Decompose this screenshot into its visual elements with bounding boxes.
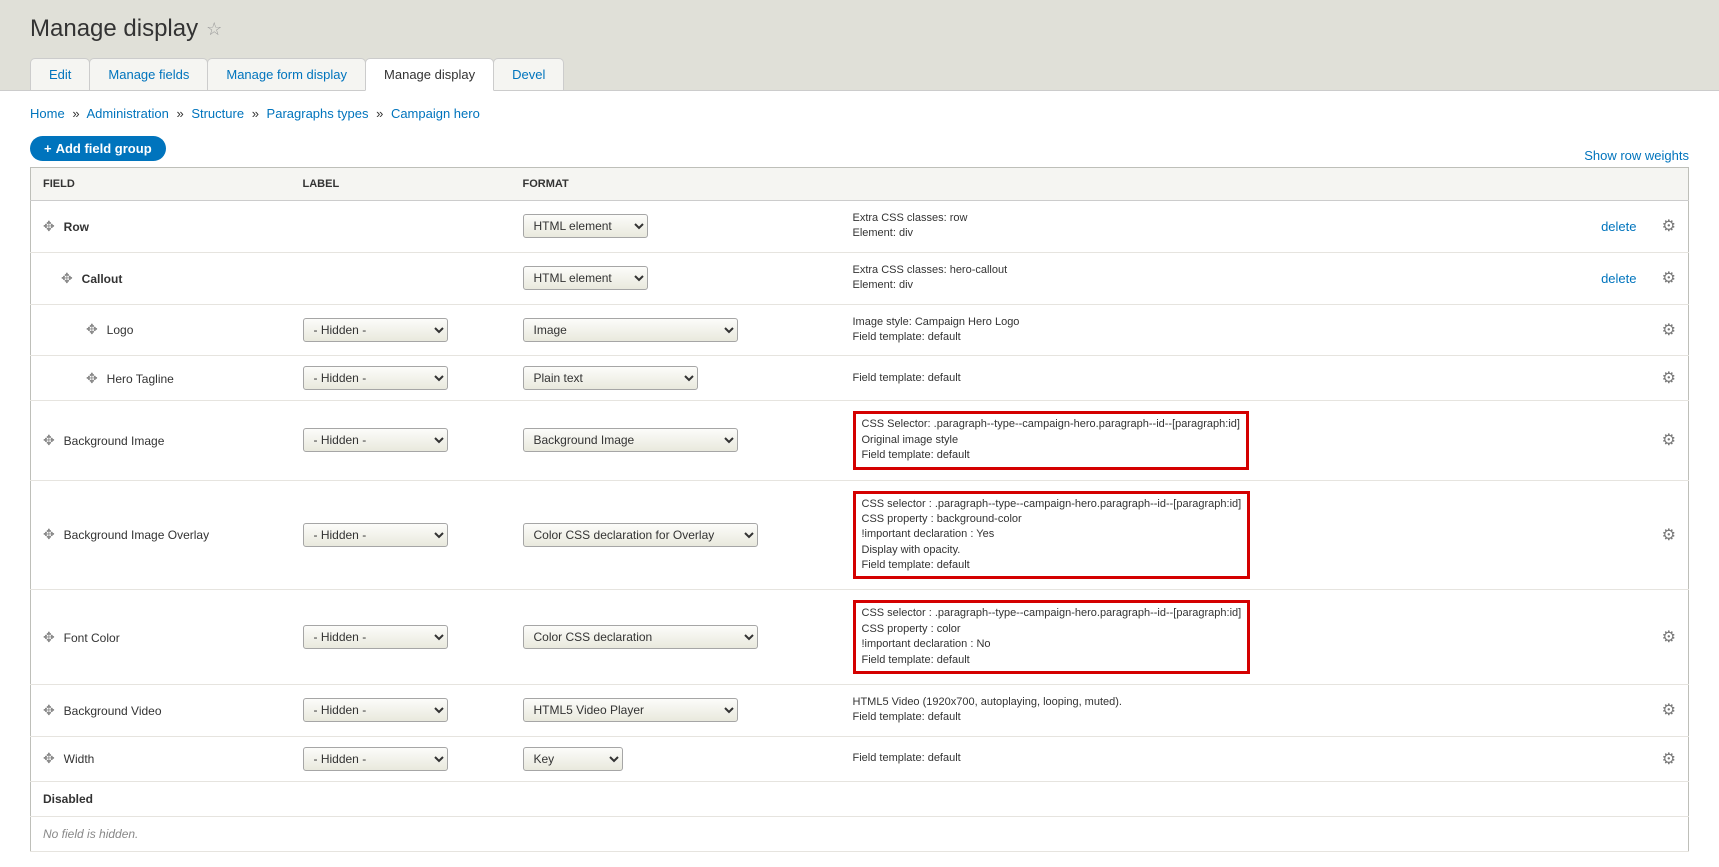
- gear-icon[interactable]: ⚙: [1662, 629, 1676, 646]
- tab-edit[interactable]: Edit: [30, 58, 90, 90]
- field-name: Width: [64, 752, 95, 766]
- display-table: Field Label Format ✥ Row HTML element: [30, 167, 1689, 852]
- table-row: ✥ Logo - Hidden - Image Image style: Cam…: [31, 304, 1689, 356]
- gear-icon[interactable]: ⚙: [1662, 370, 1676, 387]
- disabled-empty-text: No field is hidden.: [31, 816, 1689, 851]
- breadcrumb-current[interactable]: Campaign hero: [391, 106, 480, 121]
- tab-manage-fields[interactable]: Manage fields: [89, 58, 208, 90]
- table-row: ✥ Hero Tagline - Hidden - Plain text Fie…: [31, 356, 1689, 401]
- gear-icon[interactable]: ⚙: [1662, 322, 1676, 339]
- drag-handle-icon[interactable]: ✥: [43, 432, 57, 449]
- tab-manage-form-display[interactable]: Manage form display: [207, 58, 366, 90]
- format-summary: Field template: default: [853, 751, 1557, 766]
- col-field: Field: [31, 168, 291, 201]
- col-operations: [1569, 168, 1649, 201]
- drag-handle-icon[interactable]: ✥: [86, 370, 100, 387]
- breadcrumb-admin[interactable]: Administration: [86, 106, 168, 121]
- drag-handle-icon[interactable]: ✥: [86, 321, 100, 338]
- page-title-text: Manage display: [30, 15, 198, 43]
- drag-handle-icon[interactable]: ✥: [43, 526, 57, 543]
- table-row: ✥ Callout HTML element Extra CSS classes…: [31, 252, 1689, 304]
- col-settings: [1649, 168, 1689, 201]
- disabled-section-header: Disabled: [31, 781, 1689, 816]
- delete-link[interactable]: delete: [1601, 219, 1636, 234]
- content-region: Home » Administration » Structure » Para…: [0, 91, 1719, 867]
- field-name: Background Video: [64, 704, 162, 718]
- gear-icon[interactable]: ⚙: [1662, 432, 1676, 449]
- gear-icon[interactable]: ⚙: [1662, 527, 1676, 544]
- delete-link[interactable]: delete: [1601, 271, 1636, 286]
- table-row: ✥ Row HTML element Extra CSS classes: ro…: [31, 201, 1689, 253]
- gear-icon[interactable]: ⚙: [1662, 270, 1676, 287]
- breadcrumb-structure[interactable]: Structure: [191, 106, 244, 121]
- breadcrumb-home[interactable]: Home: [30, 106, 65, 121]
- field-name: Hero Tagline: [107, 372, 174, 386]
- drag-handle-icon[interactable]: ✥: [43, 702, 57, 719]
- table-row: ✥ Width - Hidden - Key Field template: d…: [31, 736, 1689, 781]
- format-summary: CSS Selector: .paragraph--type--campaign…: [853, 411, 1249, 469]
- show-row-weights-link[interactable]: Show row weights: [1584, 148, 1689, 163]
- field-name: Callout: [82, 272, 123, 286]
- tab-devel[interactable]: Devel: [493, 58, 564, 90]
- format-summary: Image style: Campaign Hero Logo Field te…: [853, 315, 1557, 346]
- format-summary: Extra CSS classes: hero-callout Element:…: [853, 263, 1557, 294]
- format-summary: HTML5 Video (1920x700, autoplaying, loop…: [853, 695, 1557, 726]
- page-title: Manage display ☆: [30, 15, 1689, 43]
- format-select[interactable]: Image: [523, 318, 738, 342]
- format-select[interactable]: HTML element: [523, 266, 648, 290]
- col-summary: [841, 168, 1569, 201]
- drag-handle-icon[interactable]: ✥: [43, 629, 57, 646]
- drag-handle-icon[interactable]: ✥: [43, 750, 57, 767]
- table-row: ✥ Background Image - Hidden - Background…: [31, 401, 1689, 480]
- field-name: Logo: [107, 323, 134, 337]
- table-row: ✥ Font Color - Hidden - Color CSS declar…: [31, 590, 1689, 685]
- label-select[interactable]: - Hidden -: [303, 625, 448, 649]
- table-row: ✥ Background Video - Hidden - HTML5 Vide…: [31, 685, 1689, 737]
- add-field-group-label: Add field group: [56, 141, 152, 156]
- add-field-group-button[interactable]: + Add field group: [30, 136, 166, 161]
- table-row: ✥ Background Image Overlay - Hidden - Co…: [31, 480, 1689, 590]
- format-select[interactable]: Plain text: [523, 366, 698, 390]
- col-label: Label: [291, 168, 511, 201]
- field-name: Font Color: [64, 631, 120, 645]
- gear-icon[interactable]: ⚙: [1662, 751, 1676, 768]
- field-name: Row: [64, 220, 89, 234]
- disabled-empty-row: No field is hidden.: [31, 816, 1689, 851]
- field-name: Background Image: [64, 434, 165, 448]
- format-select[interactable]: HTML element: [523, 214, 648, 238]
- breadcrumb: Home » Administration » Structure » Para…: [30, 106, 1689, 121]
- format-select[interactable]: Background Image: [523, 428, 738, 452]
- format-summary: Field template: default: [853, 371, 1557, 386]
- label-select[interactable]: - Hidden -: [303, 523, 448, 547]
- format-summary: Extra CSS classes: row Element: div: [853, 211, 1557, 242]
- tab-manage-display[interactable]: Manage display: [365, 58, 494, 91]
- format-summary: CSS selector : .paragraph--type--campaig…: [853, 491, 1251, 580]
- field-name: Background Image Overlay: [64, 528, 209, 542]
- format-select[interactable]: HTML5 Video Player: [523, 698, 738, 722]
- favorite-star-icon[interactable]: ☆: [206, 19, 222, 40]
- plus-icon: +: [44, 141, 52, 156]
- label-select[interactable]: - Hidden -: [303, 698, 448, 722]
- format-select[interactable]: Key: [523, 747, 623, 771]
- primary-tabs: Edit Manage fields Manage form display M…: [30, 58, 1689, 90]
- format-select[interactable]: Color CSS declaration for Overlay: [523, 523, 758, 547]
- label-select[interactable]: - Hidden -: [303, 366, 448, 390]
- label-select[interactable]: - Hidden -: [303, 318, 448, 342]
- header-region: Manage display ☆ Edit Manage fields Mana…: [0, 0, 1719, 91]
- label-select[interactable]: - Hidden -: [303, 747, 448, 771]
- gear-icon[interactable]: ⚙: [1662, 702, 1676, 719]
- gear-icon[interactable]: ⚙: [1662, 218, 1676, 235]
- drag-handle-icon[interactable]: ✥: [61, 270, 75, 287]
- col-format: Format: [511, 168, 841, 201]
- disabled-label: Disabled: [31, 781, 1689, 816]
- breadcrumb-paragraphs[interactable]: Paragraphs types: [267, 106, 369, 121]
- format-summary: CSS selector : .paragraph--type--campaig…: [853, 600, 1251, 674]
- label-select[interactable]: - Hidden -: [303, 428, 448, 452]
- format-select[interactable]: Color CSS declaration: [523, 625, 758, 649]
- drag-handle-icon[interactable]: ✥: [43, 218, 57, 235]
